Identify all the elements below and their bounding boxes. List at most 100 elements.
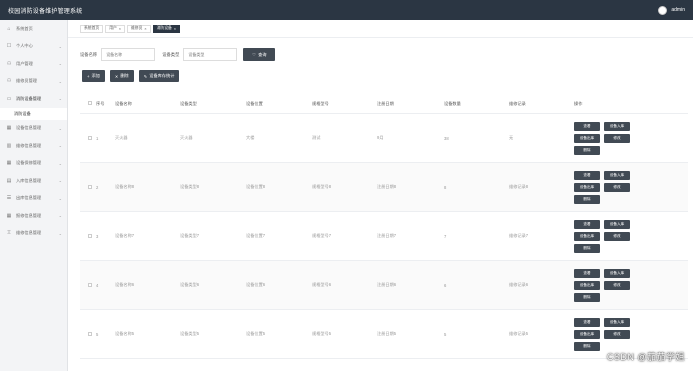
device-type-label: 设备类型 [162, 51, 180, 57]
search-button[interactable]: ♡ 查询 [243, 48, 276, 61]
row-checkbox[interactable] [80, 135, 96, 141]
app-title: 校园消防设备维护管理系统 [8, 8, 83, 15]
stock-in-button[interactable]: 设备入库 [604, 121, 630, 131]
edit-button[interactable]: 修改 [604, 182, 630, 192]
view-button[interactable]: 查看 [574, 121, 600, 131]
row-checkbox[interactable] [80, 331, 96, 337]
sidebar-item-label: 用户管理 [16, 60, 33, 66]
add-button[interactable]: + 添加 [82, 70, 105, 82]
stock-out-button[interactable]: 设备出库 [574, 231, 600, 241]
edit-button[interactable]: 修改 [604, 231, 630, 241]
avatar[interactable] [658, 5, 668, 15]
sidebar-item-label: 系统首页 [16, 25, 33, 31]
table-row: 5 设备名称5 设备类型5 设备位置5 规格型号5 注册日期5 5 维修记录5 查看 设备入库 设备… [80, 310, 688, 359]
grid-icon: ▦ [6, 125, 12, 132]
view-button[interactable]: 查看 [574, 317, 600, 327]
stock-out-button[interactable]: 设备出库 [574, 280, 600, 290]
stock-in-button[interactable]: 设备入库 [604, 170, 630, 180]
view-button[interactable]: 查看 [574, 268, 600, 278]
sidebar-item[interactable]: ⚇ 用户管理 ⌄ [0, 55, 67, 73]
cell-location: 设备位置6 [246, 282, 266, 287]
stock-out-button[interactable]: 设备出库 [574, 329, 600, 339]
row-delete-button[interactable]: 删除 [574, 341, 600, 351]
cell-count: 8 [444, 184, 447, 190]
stock-in-button[interactable]: 设备入库 [604, 219, 630, 229]
cell-index: 2 [96, 184, 99, 190]
cell-index: 5 [96, 331, 99, 337]
stock-out-button[interactable]: 设备出库 [574, 133, 600, 143]
edit-button[interactable]: 修改 [604, 280, 630, 290]
cell-model: 规格型号5 [312, 331, 332, 336]
sidebar-item[interactable]: ▦ 报修信息管理 ⌄ [0, 207, 67, 225]
sidebar-item[interactable]: ⚇ 维修员管理 ⌄ [0, 73, 67, 91]
cell-index: 3 [96, 233, 99, 239]
edit-button[interactable]: 修改 [604, 329, 630, 339]
device-name-input[interactable] [101, 48, 156, 61]
stock-in-button[interactable]: 设备入库 [604, 317, 630, 327]
view-button[interactable]: 查看 [574, 219, 600, 229]
table-row: 4 设备名称6 设备类型6 设备位置6 规格型号6 注册日期6 6 维修记录6 查看 设备入库 设备… [80, 261, 688, 310]
tab[interactable]: 系统首页 [80, 24, 104, 33]
sidebar-item[interactable]: ⌂ 系统首页 [0, 20, 67, 38]
search-form: 设备名称 设备类型 ♡ 查询 [80, 48, 276, 61]
stock-in-button[interactable]: 设备入库 [604, 268, 630, 278]
sidebar-item-label: 消防设备管理 [16, 95, 42, 101]
cell-type: 设备类型6 [180, 282, 200, 287]
cell-date: 注册日期5 [377, 331, 397, 336]
close-icon[interactable]: × [144, 27, 146, 31]
trophy-icon: ♖ [6, 230, 12, 237]
cell-name: 设备名称6 [115, 282, 135, 287]
sidebar-item[interactable]: ☰ 出库信息管理 ⌄ [0, 190, 67, 208]
sidebar-item[interactable]: ♖ 维修信息管理 ⌄ [0, 225, 67, 243]
cell-date: 9月 [377, 135, 384, 140]
view-button[interactable]: 查看 [574, 170, 600, 180]
row-delete-button[interactable]: 删除 [574, 194, 600, 204]
tab[interactable]: 消防设备 × [152, 24, 181, 33]
close-icon[interactable]: × [119, 27, 121, 31]
row-checkbox[interactable] [80, 282, 96, 288]
row-checkbox[interactable] [80, 184, 96, 190]
device-table: 序号 设备名称 设备类型 设备位置 规格型号 注册日期 设备数量 维修记录 操作… [80, 94, 688, 359]
select-all-checkbox[interactable] [80, 101, 96, 106]
close-icon[interactable]: × [174, 27, 176, 31]
col-header: 序号 [96, 100, 105, 106]
sidebar-item[interactable]: ▦ 设备信息管理 ⌄ [0, 120, 67, 138]
sidebar: ⌂ 系统首页 ☐ 个人中心 ⌄ ⚇ 用户管理 ⌄ ⚇ 维修员管理 ⌄ ▭ 消防设备管理 ⌄ 消防设备 ▦ 设备信… [0, 20, 68, 371]
user-icon: ⚇ [6, 60, 12, 67]
sidebar-item[interactable]: ▭ 消防设备管理 ⌄ [0, 90, 67, 108]
cell-model: 规格型号8 [312, 184, 332, 189]
tab[interactable]: 用户 × [105, 24, 125, 33]
cell-type: 设备类型7 [180, 233, 200, 238]
sidebar-item[interactable]: ▥ 维修信息管理 ⌄ [0, 137, 67, 155]
cell-type: 设备类型5 [180, 331, 200, 336]
cell-name: 灭火器 [115, 135, 128, 140]
cell-type: 设备类型8 [180, 184, 200, 189]
cell-actions: 查看 设备入库 设备出库 修改 删除 [574, 268, 654, 302]
user-icon: ☐ [6, 43, 12, 50]
sidebar-item[interactable]: ▤ 入库信息管理 ⌄ [0, 172, 67, 190]
cell-record: 维修记录6 [509, 282, 529, 287]
tab[interactable]: 维修员 × [127, 24, 151, 33]
cell-count: 6 [444, 282, 447, 288]
sliders-icon: ☰ [6, 195, 12, 202]
row-checkbox[interactable] [80, 233, 96, 239]
sidebar-item-label: 设备保修管理 [16, 160, 42, 166]
chevron-down-icon: ⌄ [58, 96, 62, 102]
row-delete-button[interactable]: 删除 [574, 243, 600, 253]
stats-button[interactable]: ✎ 设备库存统计 [138, 70, 180, 82]
sidebar-item[interactable]: ▦ 设备保修管理 ⌄ [0, 155, 67, 173]
chevron-down-icon: ⌄ [58, 178, 62, 184]
row-delete-button[interactable]: 删除 [574, 292, 600, 302]
username[interactable]: admin [671, 7, 685, 13]
sidebar-item[interactable]: ☐ 个人中心 ⌄ [0, 38, 67, 56]
user-menu[interactable]: admin [658, 5, 685, 15]
stock-out-button[interactable]: 设备出库 [574, 182, 600, 192]
chevron-down-icon: ⌄ [58, 143, 62, 149]
sidebar-subitem[interactable]: 消防设备 [0, 107, 67, 120]
device-type-input[interactable] [183, 48, 238, 61]
watermark: CSDN @茄茄学姐 [606, 352, 685, 362]
delete-button[interactable]: ✕ 删除 [109, 70, 134, 82]
row-delete-button[interactable]: 删除 [574, 145, 600, 155]
edit-button[interactable]: 修改 [604, 133, 630, 143]
grid-icon: ▦ [6, 212, 12, 219]
